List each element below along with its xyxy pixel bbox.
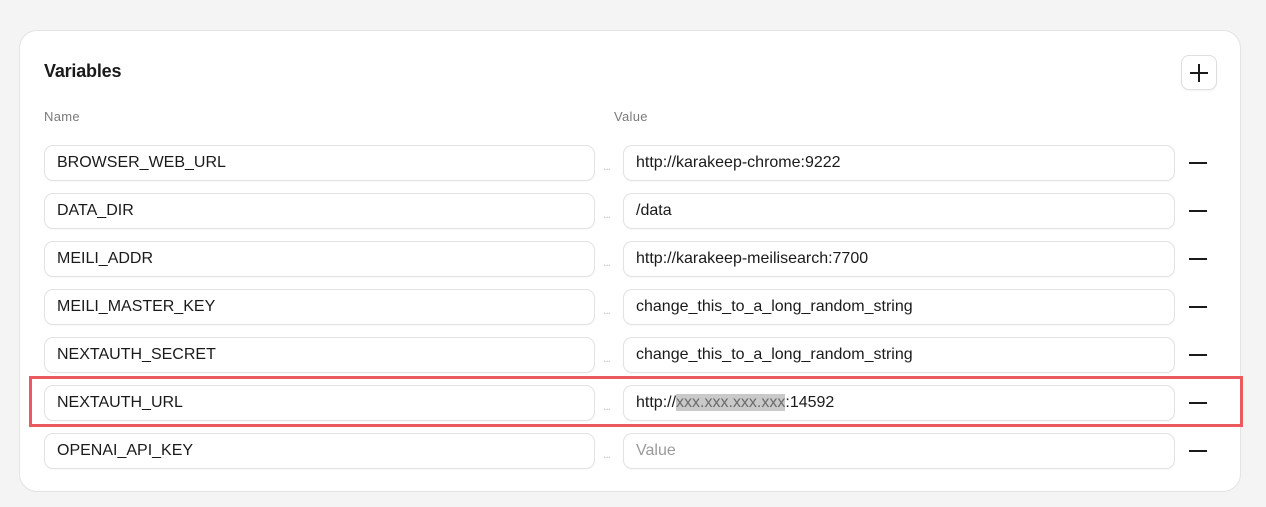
variable-value-input[interactable]: http://xxx.xxx.xxx.xxx:14592 <box>623 385 1175 421</box>
variable-name-input[interactable]: NEXTAUTH_SECRET <box>44 337 595 373</box>
remove-variable-button[interactable] <box>1189 162 1207 164</box>
panel-title: Variables <box>44 61 122 81</box>
redacted-ip: xxx.xxx.xxx.xxx <box>676 394 786 411</box>
add-variable-button[interactable] <box>1181 55 1217 90</box>
variable-name-input[interactable]: NEXTAUTH_URL <box>44 385 595 421</box>
remove-variable-button[interactable] <box>1189 402 1207 404</box>
remove-variable-button[interactable] <box>1189 354 1207 356</box>
variable-value-input[interactable]: http://karakeep-chrome:9222 <box>623 145 1175 181</box>
variable-value-input[interactable]: /data <box>623 193 1175 229</box>
separator-dots: ... <box>603 447 611 461</box>
variable-value-input[interactable]: change_this_to_a_long_random_string <box>623 289 1175 325</box>
value-column-header: Value <box>614 109 648 124</box>
separator-dots: ... <box>603 351 611 365</box>
variable-row: MEILI_ADDR ... http://karakeep-meilisear… <box>0 241 1266 277</box>
variable-row: DATA_DIR ... /data <box>0 193 1266 229</box>
plus-icon <box>1190 63 1208 82</box>
variable-row: BROWSER_WEB_URL ... http://karakeep-chro… <box>0 145 1266 181</box>
variable-value-input[interactable]: Value <box>623 433 1175 469</box>
remove-variable-button[interactable] <box>1189 450 1207 452</box>
value-prefix: http:// <box>636 394 677 411</box>
remove-variable-button[interactable] <box>1189 258 1207 260</box>
variable-value-input[interactable]: http://karakeep-meilisearch:7700 <box>623 241 1175 277</box>
variable-name-input[interactable]: OPENAI_API_KEY <box>44 433 595 469</box>
separator-dots: ... <box>603 159 611 173</box>
separator-dots: ... <box>603 207 611 221</box>
separator-dots: ... <box>603 255 611 269</box>
separator-dots: ... <box>603 399 611 413</box>
variable-row: NEXTAUTH_SECRET ... change_this_to_a_lon… <box>0 337 1266 373</box>
variable-row: MEILI_MASTER_KEY ... change_this_to_a_lo… <box>0 289 1266 325</box>
remove-variable-button[interactable] <box>1189 306 1207 308</box>
name-column-header: Name <box>44 109 80 124</box>
variable-row: OPENAI_API_KEY ... Value <box>0 433 1266 469</box>
variable-row: NEXTAUTH_URL ... http://xxx.xxx.xxx.xxx:… <box>0 385 1266 421</box>
variable-name-input[interactable]: BROWSER_WEB_URL <box>44 145 595 181</box>
separator-dots: ... <box>603 303 611 317</box>
variable-name-input[interactable]: MEILI_ADDR <box>44 241 595 277</box>
variable-name-input[interactable]: MEILI_MASTER_KEY <box>44 289 595 325</box>
variable-value-input[interactable]: change_this_to_a_long_random_string <box>623 337 1175 373</box>
value-suffix: :14592 <box>785 394 835 411</box>
variable-name-input[interactable]: DATA_DIR <box>44 193 595 229</box>
remove-variable-button[interactable] <box>1189 210 1207 212</box>
